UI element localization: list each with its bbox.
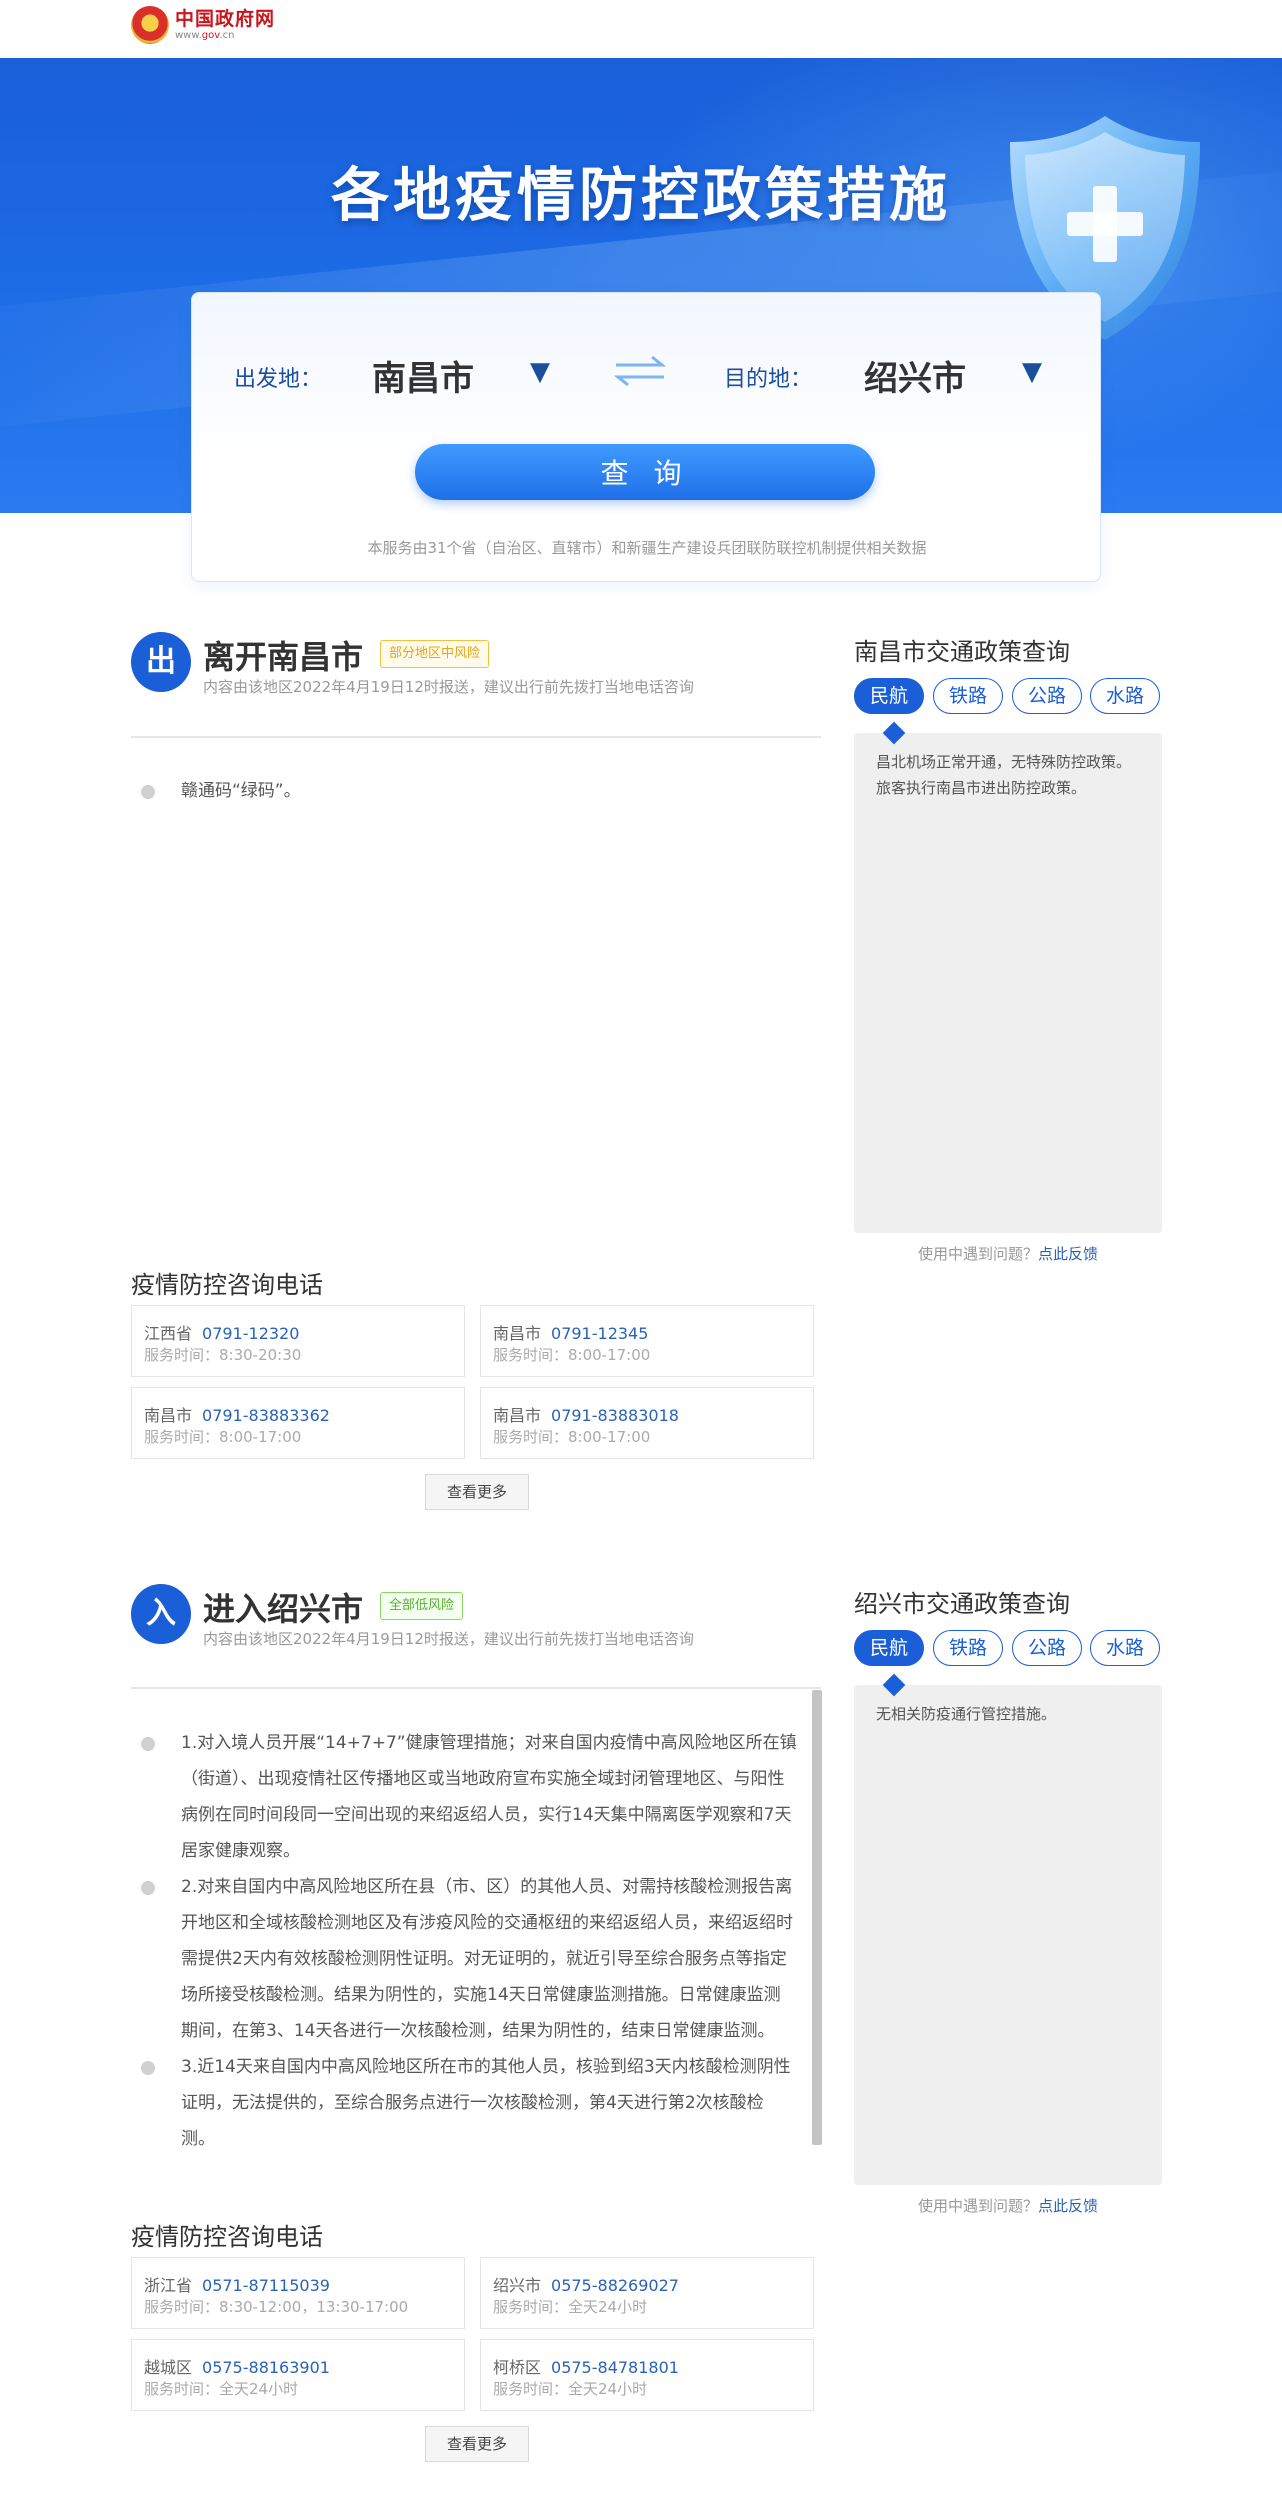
enter-subtitle: 内容由该地区2022年4月19日12时报送，建议出行前先拨打当地电话咨询 [203,1630,694,1648]
phone-number-link[interactable]: 0791-83883362 [202,1406,330,1425]
leave-feedback: 使用中遇到问题？点此反馈 [917,1245,1099,1263]
enter-feedback: 使用中遇到问题？点此反馈 [917,2197,1099,2215]
list-item: 2.对来自国内中高风险地区所在县（市、区）的其他人员、对需持核酸检测报告离开地区… [131,1869,797,2049]
phone-card: 浙江省 0571-87115039 服务时间：8:30-12:00，13:30-1… [131,2257,465,2329]
site-logo[interactable]: 中国政府网 www.gov.cn [131,6,275,44]
phone-number-link[interactable]: 0575-88163901 [202,2358,330,2377]
swap-arrows-icon[interactable] [612,351,668,391]
from-chevron-down-icon[interactable]: ▼ [530,357,550,387]
tab-highway[interactable]: 公路 [1012,1630,1082,1666]
tab-highway[interactable]: 公路 [1012,678,1082,714]
list-item: 3.近14天来自国内中高风险地区所在市的其他人员，核验到绍3天内核酸检测阴性证明… [131,2049,797,2157]
site-name: 中国政府网 [175,8,276,30]
enter-title: 进入绍兴市 [203,1590,364,1628]
leave-title: 离开南昌市 [203,638,364,676]
national-emblem-icon [131,6,169,44]
enter-side-title: 绍兴市交通政策查询 [854,1590,1070,1618]
phone-card: 南昌市 0791-83883018 服务时间：8:00-17:00 [480,1387,814,1459]
leave-phones-title: 疫情防控咨询电话 [131,1271,323,1299]
enter-transport-content: 无相关防疫通行管控措施。 [876,1705,1057,1723]
to-chevron-down-icon[interactable]: ▼ [1022,357,1042,387]
enter-divider [131,1687,821,1689]
leave-side-title: 南昌市交通政策查询 [854,638,1070,666]
tab-railway[interactable]: 铁路 [933,1630,1003,1666]
site-url: www.gov.cn [175,30,235,41]
enter-risk-badge: 全部低风险 [380,1592,464,1620]
leave-transport-content: 昌北机场正常开通，无特殊防控政策。旅客执行南昌市进出防控政策。 [876,753,1132,797]
top-bar: 中国政府网 www.gov.cn [0,0,1282,58]
leave-subtitle: 内容由该地区2022年4月19日12时报送，建议出行前先拨打当地电话咨询 [203,678,694,696]
enter-icon: 入 [131,1584,191,1644]
policy-scrollbar[interactable] [812,1690,822,2145]
service-note: 本服务由31个省（自治区、直辖市）和新疆生产建设兵团联防联控机制提供相关数据 [367,539,927,557]
feedback-link[interactable]: 点此反馈 [1038,1245,1098,1263]
phone-card: 绍兴市 0575-88269027 服务时间：全天24小时 [480,2257,814,2329]
enter-more-button[interactable]: 查看更多 [425,2426,529,2462]
leave-risk-badge: 部分地区中风险 [380,640,490,668]
enter-policy-list: 1.对入境人员开展“14+7+7”健康管理措施；对来自国内疫情中高风险地区所在镇… [131,1725,797,2157]
query-button[interactable]: 查 询 [415,444,875,500]
from-label: 出发地： [234,367,323,392]
phone-card: 柯桥区 0575-84781801 服务时间：全天24小时 [480,2339,814,2411]
phone-card: 江西省 0791-12320 服务时间：8:30-20:30 [131,1305,465,1377]
enter-phones-title: 疫情防控咨询电话 [131,2223,323,2251]
phone-card: 南昌市 0791-83883362 服务时间：8:00-17:00 [131,1387,465,1459]
search-card: 出发地： 南昌市 ▼ 目的地： 绍兴市 ▼ 查 询 本服务由31个省（自治区、直… [191,292,1101,582]
phone-number-link[interactable]: 0571-87115039 [202,2276,330,2295]
tab-civil-aviation[interactable]: 民航 [854,678,924,714]
to-city-select[interactable]: 绍兴市 [864,351,966,400]
phone-number-link[interactable]: 0791-12345 [551,1324,648,1343]
leave-icon: 出 [131,632,191,692]
phone-card: 南昌市 0791-12345 服务时间：8:00-17:00 [480,1305,814,1377]
leave-more-button[interactable]: 查看更多 [425,1474,529,1510]
leave-transport-panel: 昌北机场正常开通，无特殊防控政策。旅客执行南昌市进出防控政策。 [854,721,1162,1233]
list-item: 1.对入境人员开展“14+7+7”健康管理措施；对来自国内疫情中高风险地区所在镇… [131,1725,797,1869]
leave-divider [131,736,821,738]
phone-number-link[interactable]: 0575-88269027 [551,2276,679,2295]
phone-number-link[interactable]: 0575-84781801 [551,2358,679,2377]
tab-civil-aviation[interactable]: 民航 [854,1630,924,1666]
list-item: 赣通码“绿码”。 [131,773,811,809]
feedback-link[interactable]: 点此反馈 [1038,2197,1098,2215]
tab-waterway[interactable]: 水路 [1090,678,1160,714]
leave-policy-list: 赣通码“绿码”。 [131,773,811,809]
phone-number-link[interactable]: 0791-83883018 [551,1406,679,1425]
enter-transport-panel: 无相关防疫通行管控措施。 [854,1673,1162,2185]
to-label: 目的地： [724,367,813,392]
from-city-select[interactable]: 南昌市 [372,351,474,400]
tab-railway[interactable]: 铁路 [933,678,1003,714]
tab-waterway[interactable]: 水路 [1090,1630,1160,1666]
phone-card: 越城区 0575-88163901 服务时间：全天24小时 [131,2339,465,2411]
phone-number-link[interactable]: 0791-12320 [202,1324,299,1343]
